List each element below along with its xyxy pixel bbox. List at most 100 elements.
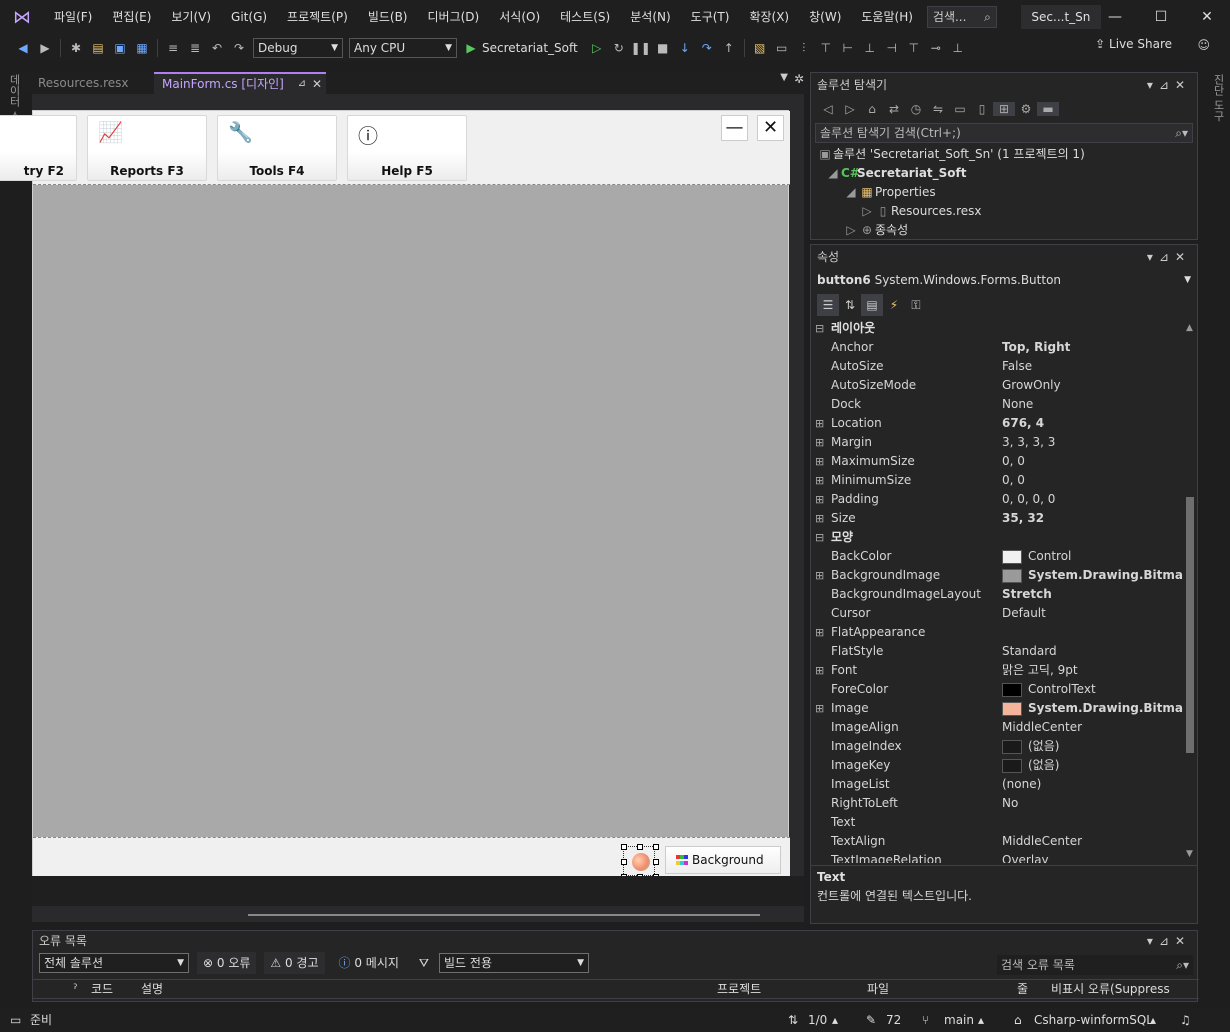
column-header-sort[interactable]: ˀ (73, 980, 77, 998)
pending-changes-icon[interactable]: ◷ (905, 102, 927, 116)
properties-icon[interactable]: ▤ (861, 294, 883, 316)
property-row[interactable]: TextAlign MiddleCenter (811, 832, 1183, 851)
column-header-file[interactable]: 파일 (867, 980, 889, 998)
menu-build[interactable]: 빌드(B) (358, 0, 418, 34)
background-button[interactable]: Background (665, 846, 781, 874)
menu-tools[interactable]: 도구(T) (681, 0, 740, 34)
property-value[interactable]: False (1002, 357, 1032, 376)
step-out-icon[interactable]: ↑ (718, 37, 740, 59)
property-value[interactable]: System.Drawing.Bitmap (1002, 699, 1183, 718)
column-header-description[interactable]: 설명 (141, 980, 163, 998)
column-header-project[interactable]: 프로젝트 (717, 980, 761, 998)
tree-item-project[interactable]: ◢ C#Secretariat_Soft (811, 164, 1197, 183)
tree-view-icon[interactable]: ⊞ (993, 102, 1015, 116)
property-value[interactable]: MiddleCenter (1002, 718, 1082, 737)
tree-item-dependencies[interactable]: ▷ ⊕ 종속성 (811, 221, 1197, 240)
expand-icon[interactable]: ⊞ (815, 452, 827, 471)
menu-edit[interactable]: 편집(E) (102, 0, 161, 34)
expand-icon[interactable]: ⊞ (815, 623, 827, 642)
menu-format[interactable]: 서식(O) (489, 0, 550, 34)
properties-wrench-icon[interactable]: ⚙ (1015, 102, 1037, 116)
reports-button[interactable]: 📈 Reports F3 (87, 115, 207, 181)
messages-filter-button[interactable]: ⓘ 0 메시지 (333, 952, 405, 974)
mainform-preview[interactable]: try F2 📈 Reports F3 🔧 Tools F4 ⓘ Help F5… (0, 110, 790, 880)
align-bottom-icon[interactable]: ⊥ (947, 37, 969, 59)
tab-mainform-design[interactable]: MainForm.cs [디자인] ⊿ ✕ (154, 72, 326, 94)
property-row[interactable]: ⊞ Location 676, 4 (811, 414, 1183, 433)
panel-controls[interactable]: ▾⊿✕ (1147, 931, 1191, 951)
filter-icon[interactable]: ⛛ (413, 952, 435, 974)
new-project-icon[interactable]: ✱ (65, 37, 87, 59)
expand-icon[interactable]: ⊞ (815, 566, 827, 585)
help-button[interactable]: ⓘ Help F5 (347, 115, 467, 181)
resize-handle[interactable] (621, 844, 627, 850)
menu-git[interactable]: Git(G) (221, 0, 277, 34)
chevron-up-icon[interactable]: ▴ (978, 1008, 984, 1032)
pause-icon[interactable]: ❚❚ (630, 37, 652, 59)
categorized-icon[interactable]: ☰ (817, 294, 839, 316)
property-value[interactable]: 0, 0 (1002, 452, 1025, 471)
notification-bell-icon[interactable]: ♫ (1180, 1008, 1191, 1032)
tree-item-solution[interactable]: ▣ 솔루션 'Secretariat_Soft_Sn' (1 프로젝트의 1) (811, 145, 1197, 164)
property-row[interactable]: ⊞ MinimumSize 0, 0 (811, 471, 1183, 490)
tree-item-properties[interactable]: ◢ ▦ Properties (811, 183, 1197, 202)
property-row[interactable]: BackgroundImageLayout Stretch (811, 585, 1183, 604)
property-value[interactable]: MiddleCenter (1002, 832, 1082, 851)
resize-handle[interactable] (653, 844, 659, 850)
property-row[interactable]: ImageIndex (없음) (811, 737, 1183, 756)
chevron-up-icon[interactable]: ▴ (832, 1008, 838, 1032)
property-value[interactable]: (없음) (1002, 737, 1059, 756)
property-grid-scrollbar[interactable]: ▲ ▼ (1183, 319, 1197, 863)
global-search-box[interactable]: 검색... ⌕ (926, 6, 997, 28)
menu-window[interactable]: 창(W) (799, 0, 851, 34)
navigate-forward-icon[interactable]: ▶ (34, 37, 56, 59)
alphabetical-icon[interactable]: ⇅ (839, 294, 861, 316)
collapse-all-icon[interactable]: ▭ (949, 102, 971, 116)
step-over-icon[interactable]: ↷ (696, 37, 718, 59)
property-category[interactable]: ⊟ 모양 (811, 528, 1183, 547)
close-window-icon[interactable]: ✕ (1184, 0, 1230, 34)
feedback-icon[interactable]: ☺ (1197, 38, 1210, 52)
align-left-icon[interactable]: ⊢ (837, 37, 859, 59)
designer-horizontal-scrollbar[interactable] (248, 914, 760, 916)
property-row[interactable]: TextImageRelation Overlay (811, 851, 1183, 863)
expand-icon[interactable]: ⊞ (815, 433, 827, 452)
resize-handle[interactable] (653, 859, 659, 865)
start-project-label[interactable]: Secretariat_Soft (482, 41, 586, 55)
align-middle-icon[interactable]: ⊸ (925, 37, 947, 59)
panel-controls[interactable]: ▾⊿✕ (1147, 73, 1191, 97)
property-row[interactable]: ⊞ Font 맑은 고딕, 9pt (811, 661, 1183, 680)
tools-button[interactable]: 🔧 Tools F4 (217, 115, 337, 181)
property-row[interactable]: ImageKey (없음) (811, 756, 1183, 775)
property-row[interactable]: FlatStyle Standard (811, 642, 1183, 661)
menu-project[interactable]: 프로젝트(P) (277, 0, 358, 34)
tab-overflow-icon[interactable]: ▼ (780, 72, 788, 83)
close-tab-icon[interactable]: ✕ (312, 74, 322, 94)
property-row[interactable]: ⊞ Image System.Drawing.Bitmap (811, 699, 1183, 718)
collapse-icon[interactable]: ⊟ (815, 319, 827, 338)
property-value[interactable]: System.Drawing.Bitmap (1002, 566, 1183, 585)
start-without-debug-icon[interactable]: ▷ (586, 37, 608, 59)
resize-handle[interactable] (637, 844, 643, 850)
property-value[interactable]: No (1002, 794, 1018, 813)
property-value[interactable]: (없음) (1002, 756, 1059, 775)
property-value[interactable]: 3, 3, 3, 3 (1002, 433, 1055, 452)
resize-handle[interactable] (621, 859, 627, 865)
navigate-back-icon[interactable]: ◀ (12, 37, 34, 59)
property-pages-icon[interactable]: ⚿ (905, 294, 927, 316)
events-icon[interactable]: ⚡ (883, 294, 905, 316)
entry-button[interactable]: try F2 (0, 115, 77, 181)
property-category[interactable]: ⊟ 레이아웃 (811, 319, 1183, 338)
visual-studio-logo-icon[interactable]: ⋈ (0, 0, 44, 34)
property-row[interactable]: ImageAlign MiddleCenter (811, 718, 1183, 737)
column-header-code[interactable]: 코드 (91, 980, 113, 998)
object-selector[interactable]: button6 System.Windows.Forms.Button ▼ (811, 269, 1197, 291)
undo-icon[interactable]: ↶ (206, 37, 228, 59)
start-debug-icon[interactable]: ▶ (460, 37, 482, 59)
property-value[interactable]: 0, 0 (1002, 471, 1025, 490)
form-close-button[interactable]: ✕ (757, 115, 784, 141)
forward-icon[interactable]: ▷ (839, 102, 861, 116)
expand-icon[interactable]: ⊞ (815, 414, 827, 433)
property-value[interactable]: Stretch (1002, 585, 1052, 604)
status-branch[interactable]: main (944, 1008, 974, 1032)
